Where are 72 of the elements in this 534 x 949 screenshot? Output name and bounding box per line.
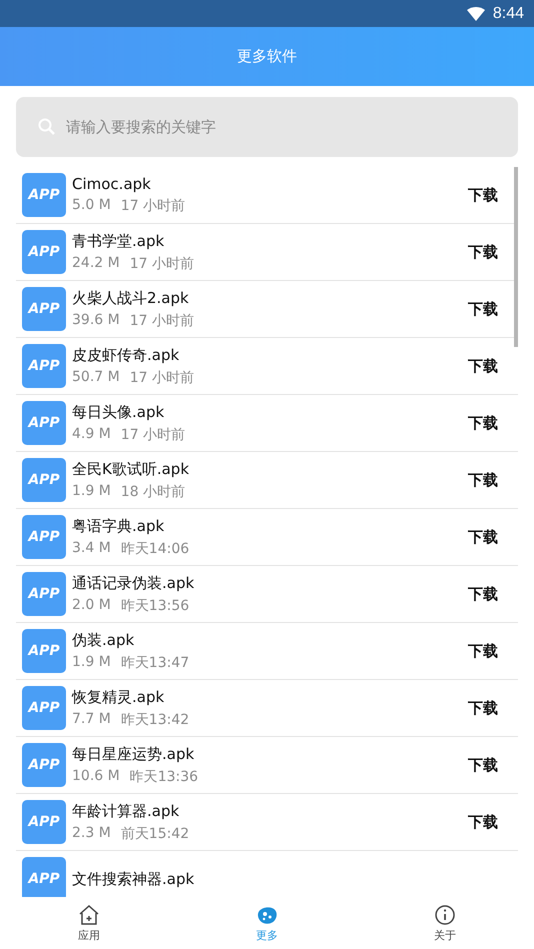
file-time: 昨天14:06 [120, 540, 190, 558]
app-icon: APP [22, 230, 66, 274]
file-time: 17 小时前 [120, 426, 186, 444]
download-button[interactable]: 下载 [468, 528, 498, 546]
file-time: 17 小时前 [130, 254, 194, 272]
app-icon: APP [22, 800, 66, 844]
file-name: 文件搜索神器.apk [72, 870, 196, 888]
file-name: 通话记录伪装.apk [72, 574, 196, 592]
search-field[interactable]: 请输入要搜索的关键字 [16, 97, 518, 157]
file-time: 18 小时前 [120, 482, 186, 500]
app-icon: APP [22, 743, 66, 787]
file-size: 3.4 M [72, 540, 111, 558]
app-icon: APP [22, 572, 66, 616]
file-size: 24.2 M [72, 254, 120, 272]
file-name: 每日头像.apk [72, 402, 166, 422]
file-size: 7.7 M [72, 710, 111, 728]
download-button[interactable]: 下载 [468, 414, 498, 432]
file-time: 17 小时前 [130, 368, 194, 386]
info-icon [434, 904, 456, 926]
app-icon: APP [22, 287, 66, 331]
file-size: 1.9 M [72, 654, 111, 672]
nav-tab[interactable]: 应用 [0, 897, 178, 949]
download-button[interactable]: 下载 [468, 470, 498, 490]
download-button[interactable]: 下载 [468, 584, 498, 604]
download-button[interactable]: 下载 [468, 300, 498, 318]
download-button[interactable]: 下载 [468, 642, 498, 660]
nav-tab[interactable]: 关于 [356, 897, 534, 949]
app-icon: APP [22, 686, 66, 730]
search-icon [38, 118, 56, 136]
file-size: 10.6 M [72, 768, 120, 786]
file-name: 全民K歌试听.apk [72, 460, 190, 478]
clock-time: 8:44 [492, 4, 524, 22]
app-icon: APP [22, 857, 66, 897]
file-time: 昨天13:56 [120, 596, 190, 614]
file-name: 年龄计算器.apk [72, 802, 180, 820]
app-icon: APP [22, 401, 66, 445]
file-size: 1.9 M [72, 482, 111, 500]
file-time: 昨天13:47 [120, 654, 190, 672]
file-name: 青书学堂.apk [72, 232, 166, 250]
file-name: 粤语字典.apk [72, 516, 166, 536]
file-time: 17 小时前 [120, 197, 186, 215]
file-time: 前天15:42 [120, 824, 190, 842]
app-icon: APP [22, 629, 66, 673]
wifi-icon [466, 6, 485, 20]
page-title: 更多软件 [237, 47, 297, 66]
file-size: 50.7 M [72, 368, 120, 386]
search-input[interactable]: 请输入要搜索的关键字 [64, 117, 508, 137]
download-button[interactable]: 下载 [468, 186, 498, 204]
file-name: Cimoc.apk [72, 175, 152, 193]
download-button[interactable]: 下载 [468, 356, 498, 376]
file-time: 昨天13:42 [120, 710, 190, 728]
download-button[interactable]: 下载 [468, 756, 498, 774]
download-button[interactable]: 下载 [468, 698, 498, 718]
download-button[interactable]: 下载 [468, 242, 498, 262]
app-icon: APP [22, 515, 66, 559]
app-icon: APP [22, 344, 66, 388]
file-name: 每日星座运势.apk [72, 744, 196, 764]
file-size: 2.3 M [72, 824, 111, 842]
app-icon: APP [22, 458, 66, 502]
file-time: 17 小时前 [130, 312, 194, 330]
file-size: 4.9 M [72, 426, 111, 444]
file-name: 皮皮虾传奇.apk [72, 346, 180, 364]
home-icon [77, 904, 101, 926]
file-name: 伪装.apk [72, 630, 136, 650]
file-size: 2.0 M [72, 596, 111, 614]
file-time: 昨天13:36 [130, 768, 198, 786]
app-icon: APP [22, 173, 66, 217]
file-size: 39.6 M [72, 312, 120, 330]
file-name: 恢复精灵.apk [72, 688, 166, 706]
download-button[interactable]: 下载 [468, 812, 498, 832]
file-size: 5.0 M [72, 197, 111, 215]
file-name: 火柴人战斗2.apk [72, 288, 190, 308]
